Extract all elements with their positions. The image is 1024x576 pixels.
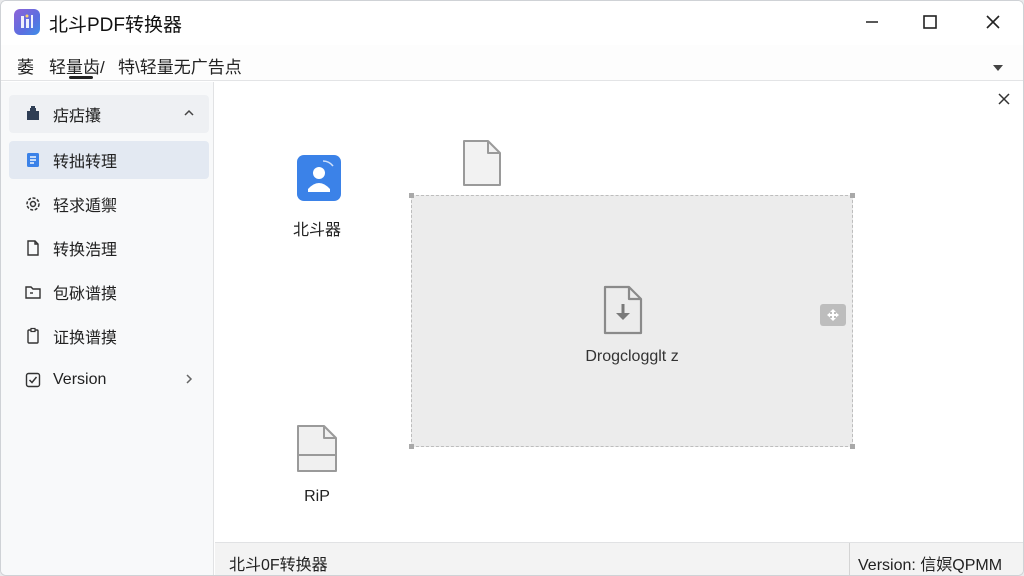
maximize-button[interactable] [907,1,953,43]
minimize-button[interactable] [849,1,895,43]
file-tile-rip[interactable]: RiP [291,423,343,506]
app-title: 北斗PDF转换器 [49,15,183,36]
close-window-button[interactable] [970,1,1016,43]
app-tile-beidou[interactable]: 北斗器 [289,153,345,240]
sidebar-item-label: 证换谱摸 [53,330,118,347]
status-version: Version: 信嫇QPMM [858,557,1003,574]
chevron-up-icon [183,106,195,124]
sidebar-item-5[interactable]: 包砯谱摸 [9,273,209,311]
move-icon [827,309,839,321]
status-app-name: 北斗0F转换器 [229,557,328,574]
file-icon [23,238,43,258]
drop-zone[interactable]: Drogclogglt z [409,193,855,449]
sidebar-item-3[interactable]: 轻求遁禦 [9,185,209,223]
sidebar-item-label: 转拙转理 [53,154,118,171]
user-app-icon [297,155,341,201]
file-table-icon [297,425,337,472]
blank-file-icon [463,140,501,186]
tile-label: 北斗器 [292,222,341,239]
sidebar-item-2[interactable]: 转拙转理 [9,141,209,179]
menu-item-3[interactable]: 特\轻量无广告点 [118,53,242,78]
close-icon [998,93,1010,105]
sidebar-item-label: 转换浩理 [53,242,118,259]
minimize-icon [866,21,878,23]
menu-item-1[interactable]: 萎 [17,53,34,78]
main-panel: 北斗器 RiP Drogclogglt z [215,82,1023,542]
sidebar-item-version[interactable]: Version [9,361,209,399]
sidebar-item-6[interactable]: 证换谱摸 [9,317,209,355]
app-window: 北斗PDF转换器 萎 轻量齿/ 特\轻量无广告点 痁痁攮 转拙转理 轻求遁禦 转… [0,0,1024,576]
menu-item-2[interactable]: 轻量齿/ [49,53,105,78]
folder-icon [23,282,43,302]
dropzone-side-button[interactable] [820,304,846,326]
dropzone-label: Drogclogglt z [585,348,679,365]
dropzone-handle [409,444,414,449]
status-divider [849,543,850,575]
menu-bar: 萎 轻量齿/ 特\轻量无广告点 [1,45,1023,81]
maximize-icon [923,15,937,29]
document-list-icon [23,150,43,170]
sidebar-item-4[interactable]: 转换浩理 [9,229,209,267]
menu-dropdown-button[interactable] [993,59,1003,77]
sidebar-item-label: 轻求遁禦 [53,198,118,215]
checkbox-icon [23,370,43,390]
dropzone-handle [409,193,414,198]
status-bar: 北斗0F转换器 Version: 信嫇QPMM [215,542,1023,575]
puzzle-icon [23,104,43,124]
caret-down-icon [993,65,1003,71]
sidebar-item-label: Version [53,371,107,388]
close-panel-button[interactable] [997,92,1011,111]
file-download-icon [603,285,643,335]
title-bar[interactable]: 北斗PDF转换器 [1,1,1023,43]
sidebar-item-1[interactable]: 痁痁攮 [9,95,209,133]
dropzone-handle [850,193,855,198]
dropzone-handle [850,444,855,449]
close-icon [986,15,1000,29]
sidebar: 痁痁攮 转拙转理 轻求遁禦 转换浩理 包砯谱摸 证换谱摸 Version [1,82,214,575]
clipboard-icon [23,326,43,346]
sidebar-item-label: 包砯谱摸 [53,286,118,303]
app-logo-icon [14,9,40,35]
gear-icon [23,194,43,214]
active-menu-indicator [69,76,93,79]
sidebar-item-label: 痁痁攮 [53,108,102,125]
blank-file-tile[interactable] [459,138,505,193]
chevron-right-icon [183,372,195,390]
tile-label: RiP [304,488,330,505]
